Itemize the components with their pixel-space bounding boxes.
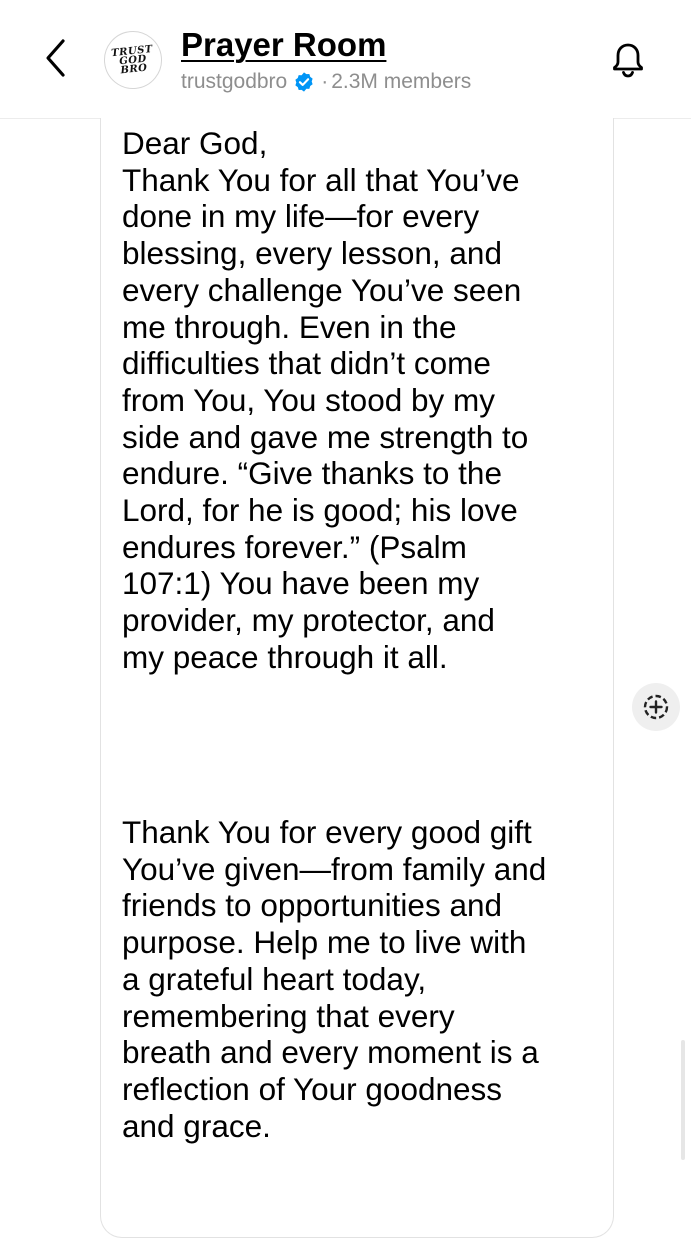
avatar-logo-line: BRO bbox=[119, 62, 148, 76]
notifications-button[interactable] bbox=[604, 36, 652, 84]
scrollbar[interactable] bbox=[681, 1040, 685, 1160]
channel-username: trustgodbro bbox=[181, 70, 288, 93]
add-reaction-button[interactable] bbox=[632, 683, 680, 731]
member-count: 2.3M members bbox=[331, 70, 472, 93]
verified-badge-icon bbox=[293, 71, 315, 93]
separator-dot: · bbox=[321, 70, 329, 93]
avatar[interactable]: TRUST GOD BRO bbox=[101, 28, 165, 92]
chevron-left-icon bbox=[46, 39, 65, 77]
message-paragraph-1: Dear God, Thank You for all that You’ve … bbox=[122, 125, 529, 675]
bell-icon bbox=[613, 43, 643, 78]
add-reaction-icon bbox=[643, 694, 669, 720]
back-button[interactable] bbox=[34, 36, 78, 80]
message-paragraph-2: Thank You for every good gift You’ve giv… bbox=[122, 814, 547, 1144]
channel-subtitle: trustgodbro · 2.3M members bbox=[181, 70, 471, 94]
channel-title[interactable]: Prayer Room bbox=[181, 26, 386, 64]
chat-header: TRUST GOD BRO Prayer Room trustgodbro · … bbox=[0, 0, 691, 119]
